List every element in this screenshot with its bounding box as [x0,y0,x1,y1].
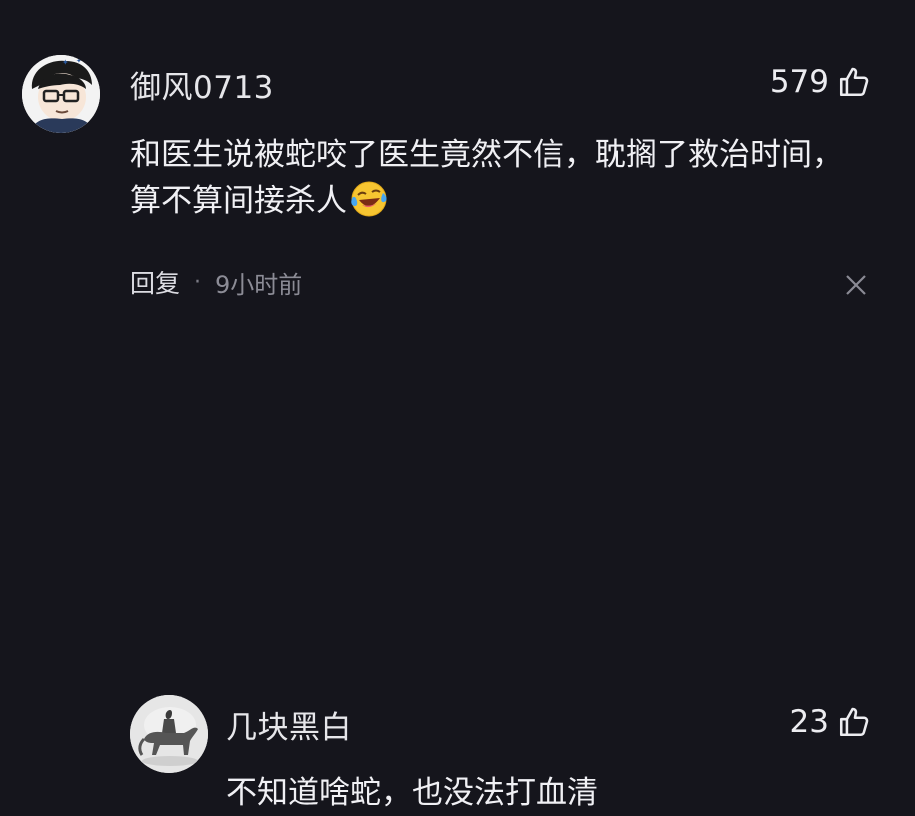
svg-text:✦: ✦ [62,58,69,67]
thumbs-up-icon [839,67,869,97]
comment-text: 和医生说被蛇咬了医生竟然不信，耽搁了救治时间，算不算间接杀人 [130,137,843,219]
reply-item: 几块黑白 23 不知道啥蛇，也没法打血清 [0,330,915,811]
reply-button[interactable]: 回复 [130,264,180,300]
thumbs-up-icon [839,707,869,737]
avatar[interactable]: ✦ ✦ [22,55,100,133]
timestamp: 9小时前 [215,270,303,299]
comment-meta: 回复 · 9小时前 [130,264,302,300]
username[interactable]: 御风0713 [130,62,274,107]
rolling-on-floor-laughing-emoji-icon [351,181,387,217]
username[interactable]: 几块黑白 [226,702,352,747]
avatar[interactable] [130,695,208,773]
svg-text:✦: ✦ [76,57,82,65]
comment-text: 不知道啥蛇，也没法打血清 [226,775,598,811]
like-count: 23 [789,704,829,740]
like-count: 579 [769,64,829,100]
close-icon[interactable] [843,272,869,298]
comment-item: ✦ ✦ 御风0713 579 和医生说被蛇咬了医生竟然不信，耽搁了救治时间，算不… [0,0,915,330]
like-button[interactable]: 23 [790,704,871,740]
separator-dot: · [194,269,202,295]
like-button[interactable]: 579 [770,64,871,100]
